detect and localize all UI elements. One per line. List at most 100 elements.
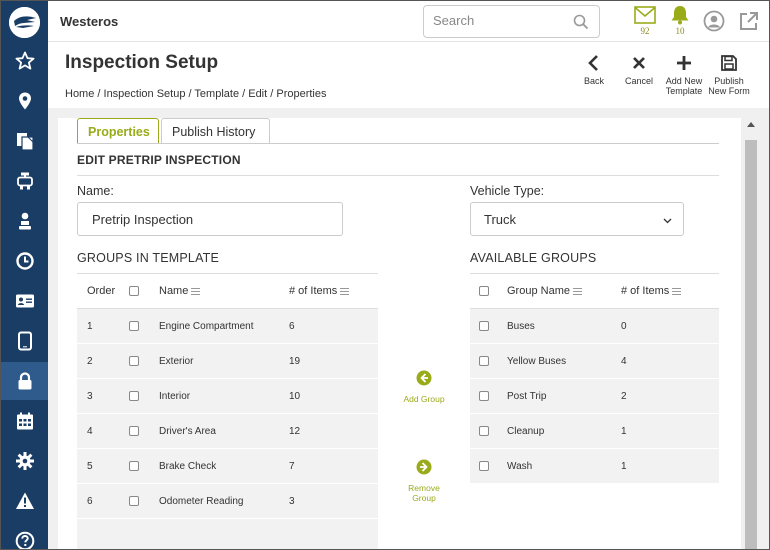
sidebar-item-drivers[interactable] — [1, 202, 48, 240]
row-checkbox[interactable] — [479, 355, 489, 366]
sidebar-item-favorites[interactable] — [1, 42, 48, 80]
gear-icon — [15, 452, 34, 470]
breadcrumb[interactable]: Home / Inspection Setup / Template / Edi… — [65, 88, 327, 100]
vertical-scrollbar[interactable] — [744, 118, 758, 549]
messages-button[interactable]: 92 — [632, 5, 658, 39]
tab-properties[interactable]: Properties — [77, 118, 159, 144]
sidebar-item-documents[interactable] — [1, 122, 48, 160]
sidebar-item-contacts[interactable] — [1, 282, 48, 320]
row-group-name: Post Trip — [507, 378, 621, 414]
table-row[interactable]: Post Trip 2 — [470, 378, 719, 414]
row-checkbox[interactable] — [479, 460, 489, 471]
row-items: 4 — [621, 343, 719, 379]
user-menu-button[interactable] — [703, 10, 725, 32]
main-panel: Properties Publish History EDIT PRETRIP … — [58, 118, 741, 549]
table-row[interactable]: 2 Exterior 19 — [77, 343, 378, 379]
row-items: 10 — [289, 378, 378, 414]
search-input[interactable] — [433, 13, 563, 28]
sidebar — [1, 1, 48, 549]
table-row[interactable]: Cleanup 1 — [470, 413, 719, 449]
back-label: Back — [583, 76, 604, 86]
table-row[interactable]: Buses 0 — [470, 308, 719, 344]
column-header-name-label: Name — [159, 285, 189, 297]
scroll-up-arrow[interactable] — [747, 122, 755, 127]
row-checkbox[interactable] — [479, 320, 489, 331]
search-box[interactable] — [423, 5, 600, 38]
sidebar-item-alerts[interactable] — [1, 482, 48, 520]
table-row[interactable]: 1 Engine Compartment 6 — [77, 308, 378, 344]
row-checkbox[interactable] — [129, 460, 139, 471]
row-order: 6 — [77, 483, 129, 519]
select-all-checkbox[interactable] — [479, 286, 489, 297]
add-new-template-label-2: Template — [665, 86, 703, 96]
external-link-button[interactable] — [738, 10, 760, 32]
publish-new-form-button[interactable]: Publish New Form — [706, 54, 752, 96]
id-card-icon — [15, 294, 34, 308]
sidebar-item-help[interactable] — [1, 522, 48, 549]
row-checkbox[interactable] — [129, 320, 139, 331]
row-items: 6 — [289, 308, 378, 344]
row-name: Engine Compartment — [159, 308, 289, 344]
mail-count: 92 — [640, 26, 650, 36]
section-divider — [77, 175, 719, 176]
row-items: 12 — [289, 413, 378, 449]
sort-icon — [340, 287, 350, 295]
select-all-checkbox[interactable] — [129, 286, 139, 297]
table-row[interactable]: 4 Driver's Area 12 — [77, 413, 378, 449]
table-row[interactable]: 3 Interior 10 — [77, 378, 378, 414]
groups-in-template-title: GROUPS IN TEMPLATE — [77, 251, 220, 265]
search-icon[interactable] — [573, 14, 589, 30]
table-row[interactable]: 5 Brake Check 7 — [77, 448, 378, 484]
vehicle-type-select[interactable]: Truck — [470, 202, 684, 236]
table-header-row: Group Name # of Items — [470, 273, 719, 309]
alerts-button[interactable]: 10 — [667, 5, 693, 39]
row-name: Odometer Reading — [159, 483, 289, 519]
brand-logo[interactable] — [9, 7, 40, 38]
available-groups-table: Group Name # of Items Buses 0 Yellow Bus… — [470, 273, 719, 484]
name-field[interactable] — [77, 202, 343, 236]
row-checkbox[interactable] — [129, 355, 139, 366]
name-label: Name: — [77, 184, 114, 198]
column-header-items[interactable]: # of Items — [621, 273, 719, 309]
sort-icon — [572, 287, 582, 295]
table-row[interactable]: 6 Odometer Reading 3 — [77, 483, 378, 519]
sidebar-item-devices[interactable] — [1, 322, 48, 360]
sidebar-item-history[interactable] — [1, 242, 48, 280]
sidebar-item-locations[interactable] — [1, 82, 48, 120]
select-all-cell — [470, 273, 507, 309]
cancel-button[interactable]: Cancel — [623, 54, 655, 86]
row-checkbox[interactable] — [129, 425, 139, 436]
table-row[interactable]: Yellow Buses 4 — [470, 343, 719, 379]
publish-label-1: Publish — [714, 76, 744, 86]
row-items: 7 — [289, 448, 378, 484]
remove-group-label-1: Remove — [408, 483, 440, 493]
column-header-name[interactable]: Name — [159, 273, 289, 309]
column-header-order[interactable]: Order — [77, 273, 129, 309]
row-checkbox[interactable] — [129, 495, 139, 506]
add-new-template-button[interactable]: Add New Template — [663, 54, 705, 96]
external-link-icon — [740, 12, 758, 30]
user-avatar-icon — [703, 10, 725, 32]
star-icon — [15, 51, 34, 70]
row-checkbox[interactable] — [129, 390, 139, 401]
documents-icon — [16, 133, 34, 151]
remove-group-button[interactable]: Remove Group — [398, 459, 450, 503]
clock-icon — [15, 252, 34, 270]
close-icon — [633, 57, 645, 69]
add-group-button[interactable]: Add Group — [398, 370, 450, 404]
chevron-down-icon — [663, 218, 672, 224]
sidebar-item-calendar[interactable] — [1, 402, 48, 440]
table-row[interactable]: Wash 1 — [470, 448, 719, 484]
tab-publish-history[interactable]: Publish History — [161, 118, 270, 144]
sidebar-item-settings[interactable] — [1, 442, 48, 480]
sidebar-item-vehicles[interactable] — [1, 162, 48, 200]
column-header-items[interactable]: # of Items — [289, 273, 378, 309]
row-checkbox[interactable] — [479, 425, 489, 436]
scrollbar-thumb[interactable] — [745, 140, 757, 549]
sidebar-item-security[interactable] — [1, 362, 48, 400]
back-button[interactable]: Back — [583, 54, 605, 86]
row-checkbox[interactable] — [479, 390, 489, 401]
driver-icon — [18, 212, 31, 230]
row-items: 1 — [621, 413, 719, 449]
column-header-group-name[interactable]: Group Name — [507, 273, 621, 309]
